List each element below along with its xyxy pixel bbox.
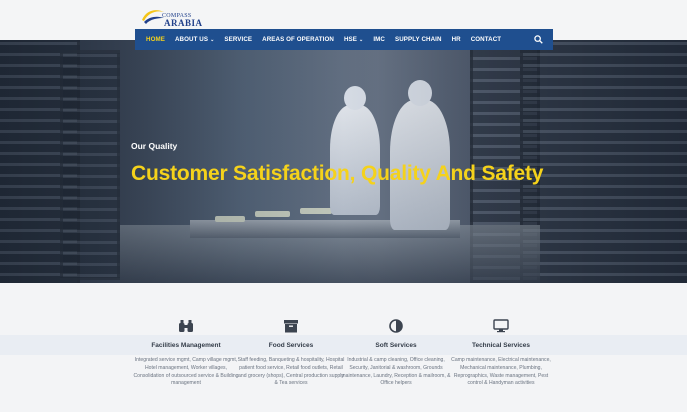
company-logo[interactable]: COMPASS ARABIA	[140, 2, 210, 30]
nav-item-service[interactable]: SERVICE	[219, 36, 257, 43]
nav-item-hr[interactable]: HR	[447, 36, 466, 43]
service-card-soft[interactable]: Soft Services Industrial & camp cleaning…	[341, 319, 451, 388]
services-section: Facilities Management Integrated service…	[0, 283, 687, 412]
service-title: Food Services	[268, 342, 314, 349]
nav-label: HR	[451, 36, 461, 43]
nav-item-hse[interactable]: HSE ⌄	[339, 36, 368, 43]
service-card-facilities[interactable]: Facilities Management Integrated service…	[131, 319, 241, 388]
archive-box-icon	[284, 320, 298, 333]
nav-item-contact[interactable]: CONTACT	[466, 36, 507, 43]
hero-title: Customer Satisfaction, Quality And Safet…	[131, 162, 544, 185]
binoculars-icon	[179, 320, 193, 332]
service-title: Soft Services	[375, 342, 417, 349]
nav-item-imc[interactable]: IMC	[368, 36, 390, 43]
nav-item-areas-of-operation[interactable]: AREAS OF OPERATION	[257, 36, 339, 43]
search-icon[interactable]	[534, 35, 543, 44]
nav-label: IMC	[373, 36, 385, 43]
nav-item-about-us[interactable]: ABOUT US ⌄	[170, 36, 219, 43]
service-title: Facilities Management	[151, 342, 221, 349]
service-title: Technical Services	[471, 342, 531, 349]
service-description: Staff feeding, Banqueting & hospitality,…	[237, 357, 345, 387]
service-description: Industrial & camp cleaning, Office clean…	[341, 357, 451, 387]
service-description: Integrated service mgmt, Camp village mg…	[133, 357, 239, 387]
nav-item-home[interactable]: HOME	[141, 36, 170, 43]
main-nav: HOME ABOUT US ⌄ SERVICE AREAS OF OPERATIO…	[135, 29, 553, 50]
nav-label: SUPPLY CHAIN	[394, 36, 442, 43]
nav-label: HSE	[343, 36, 358, 43]
nav-label: CONTACT	[470, 36, 502, 43]
service-card-technical[interactable]: Technical Services Camp maintenance, Ele…	[446, 319, 556, 388]
nav-label: ABOUT US	[174, 36, 209, 43]
service-description: Camp maintenance, Electrical maintenance…	[451, 357, 551, 387]
chevron-down-icon: ⌄	[210, 36, 215, 43]
logo-text-arabia: ARABIA	[164, 18, 203, 28]
chevron-down-icon: ⌄	[359, 36, 364, 43]
monitor-icon	[493, 319, 509, 333]
nav-label: AREAS OF OPERATION	[262, 36, 334, 43]
page: COMPASS ARABIA HOME ABOUT US ⌄ SERVICE AR…	[0, 0, 687, 412]
service-card-food[interactable]: Food Services Staff feeding, Banqueting …	[236, 319, 346, 388]
half-circle-icon	[389, 319, 403, 333]
nav-item-supply-chain[interactable]: SUPPLY CHAIN	[390, 36, 447, 43]
hero-banner: Our Quality Customer Satisfaction, Quali…	[0, 40, 687, 283]
nav-label: SERVICE	[224, 36, 253, 43]
nav-label: HOME	[146, 36, 165, 43]
hero-kicker: Our Quality	[131, 141, 178, 151]
